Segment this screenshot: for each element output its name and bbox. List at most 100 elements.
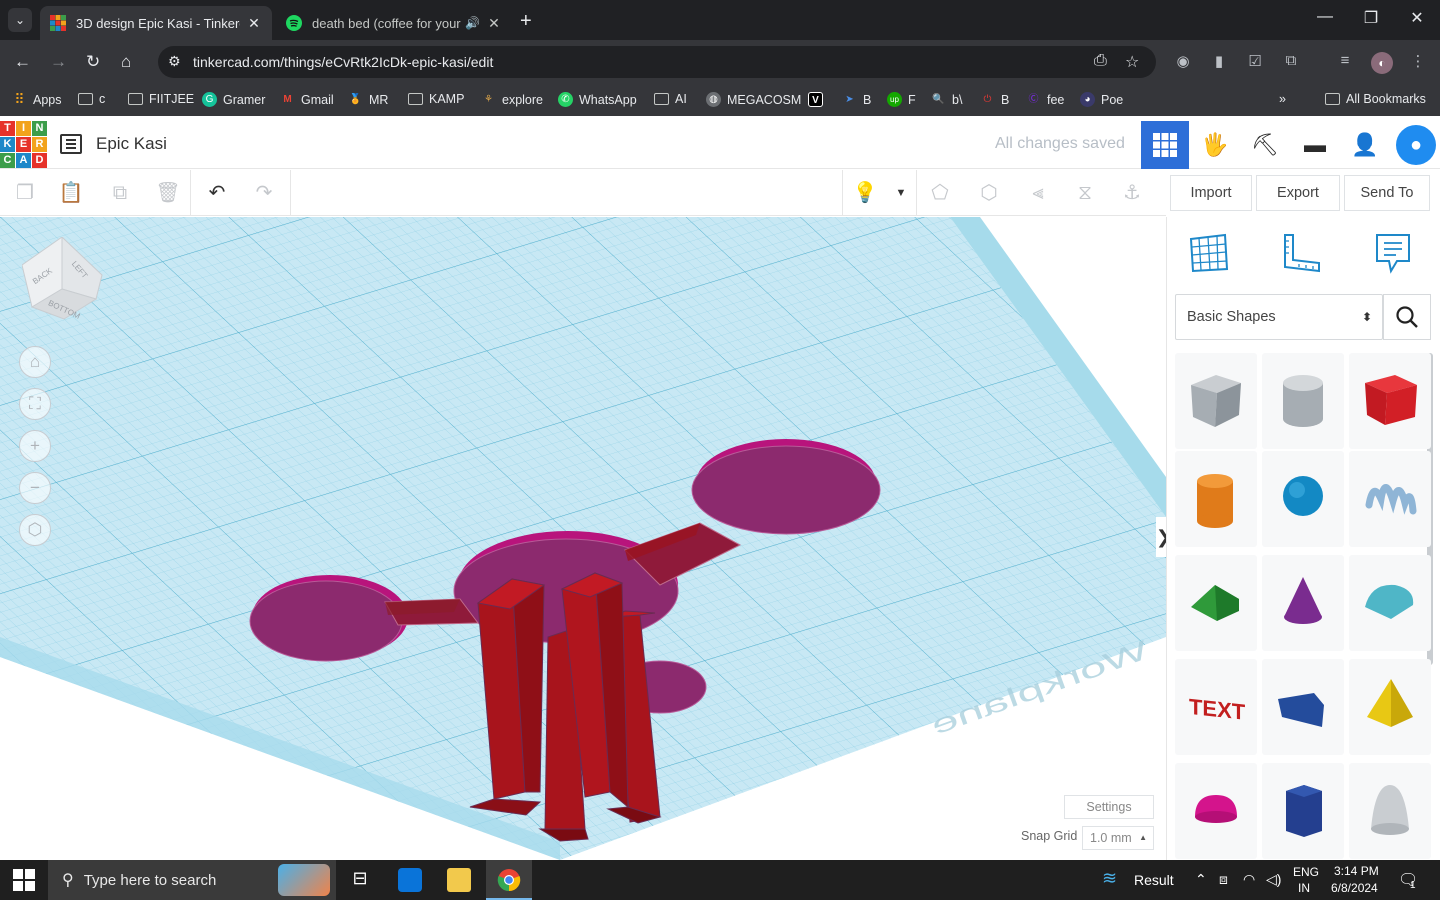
- shape-box[interactable]: [1349, 353, 1431, 449]
- shape-half-sphere[interactable]: [1175, 763, 1257, 859]
- bookmarks-overflow-icon[interactable]: »: [1279, 92, 1286, 106]
- light-bulb-icon[interactable]: 💡: [852, 180, 878, 206]
- mirror-icon[interactable]: ⧖: [1072, 180, 1098, 206]
- tab-search-button[interactable]: ⌄: [8, 8, 32, 32]
- bookmark-fee[interactable]: Ⓒfee: [1026, 92, 1065, 107]
- clock-time[interactable]: 3:14 PM: [1334, 864, 1379, 878]
- home-icon[interactable]: ⌂: [121, 52, 131, 72]
- wifi-icon[interactable]: ◠: [1243, 871, 1255, 888]
- delete-icon[interactable]: 🗑: [155, 180, 181, 206]
- bookmark-poe[interactable]: ◕ Poe: [1080, 92, 1123, 107]
- region-indicator[interactable]: IN: [1298, 881, 1310, 895]
- shape-cylinder[interactable]: [1175, 451, 1257, 547]
- volume-icon[interactable]: ◁): [1266, 871, 1281, 888]
- shape-cone[interactable]: [1262, 555, 1344, 651]
- bookmark-b-backslash[interactable]: 🔍 b\: [931, 92, 962, 107]
- weather-label[interactable]: Result: [1134, 872, 1174, 888]
- sim-lab-icon[interactable]: 🖐: [1191, 121, 1239, 169]
- bookmark-gramer[interactable]: G Gramer: [202, 92, 265, 107]
- fit-view-icon[interactable]: ⛶: [19, 388, 51, 420]
- undo-icon[interactable]: ↶: [204, 180, 230, 206]
- bookmark-folder-kamp[interactable]: KAMP: [408, 92, 464, 106]
- bookmark-gmail[interactable]: M Gmail: [280, 92, 333, 107]
- shape-round-roof[interactable]: [1349, 555, 1431, 651]
- shape-search-button[interactable]: [1383, 294, 1431, 340]
- home-view-icon[interactable]: ⌂: [19, 346, 51, 378]
- forward-icon[interactable]: →: [50, 52, 67, 72]
- close-tab-icon[interactable]: ✕: [246, 15, 262, 32]
- shape-scribble[interactable]: [1349, 451, 1431, 547]
- duplicate-icon[interactable]: ⧉: [107, 180, 133, 206]
- close-window-icon[interactable]: ✕: [1394, 8, 1440, 28]
- right-disc[interactable]: [691, 445, 881, 535]
- workplane-grid-icon[interactable]: [1187, 231, 1231, 275]
- file-explorer-icon[interactable]: [447, 868, 471, 892]
- tab-spotify[interactable]: death bed (coffee for your he 🔊 ✕: [276, 6, 512, 40]
- shape-transparent-cylinder[interactable]: [1262, 353, 1344, 449]
- media-control-icon[interactable]: ≡: [1335, 52, 1355, 72]
- tray-chevron-icon[interactable]: ⌃: [1195, 871, 1207, 888]
- shape-transparent-box[interactable]: [1175, 353, 1257, 449]
- close-tab-icon[interactable]: ✕: [486, 15, 502, 32]
- shape-paraboloid[interactable]: [1349, 763, 1431, 859]
- redo-icon[interactable]: ↷: [251, 180, 277, 206]
- windows-start-icon[interactable]: [12, 868, 36, 892]
- profile-avatar-icon[interactable]: ◐: [1371, 52, 1393, 74]
- copy-icon[interactable]: ❐: [12, 180, 38, 206]
- shape-polygon[interactable]: [1262, 763, 1344, 859]
- language-indicator[interactable]: ENG: [1293, 865, 1319, 879]
- send-to-button[interactable]: Send To: [1344, 175, 1430, 211]
- zoom-in-icon[interactable]: +: [19, 430, 51, 462]
- bookmark-f[interactable]: up F: [887, 92, 916, 107]
- bookmark-whatsapp[interactable]: ✆ WhatsApp: [558, 92, 637, 107]
- cruise-icon[interactable]: ⚓: [1119, 180, 1145, 206]
- url-text[interactable]: tinkercad.com/things/eCvRtk2IcDk-epic-ka…: [193, 54, 493, 70]
- paste-icon[interactable]: 📋: [58, 180, 84, 206]
- minecraft-pickaxe-icon[interactable]: ⛏: [1241, 121, 1289, 169]
- weather-icon[interactable]: ≋: [1102, 868, 1124, 892]
- bookmark-apps[interactable]: ⠿ Apps: [12, 92, 61, 107]
- extension-2-icon[interactable]: ▮: [1209, 52, 1229, 72]
- clock-date[interactable]: 6/8/2024: [1331, 881, 1378, 895]
- align-icon[interactable]: ⫷: [1025, 180, 1051, 206]
- address-bar[interactable]: ⚙ tinkercad.com/things/eCvRtk2IcDk-epic-…: [158, 46, 1156, 78]
- brick-icon[interactable]: ▬: [1291, 121, 1339, 169]
- view-cube[interactable]: BACK LEFT BOTTOM: [22, 237, 104, 323]
- extensions-puzzle-icon[interactable]: ⧉: [1281, 52, 1301, 72]
- workplane-scene[interactable]: Workplane: [0, 217, 1166, 860]
- bookmark-b[interactable]: ➤ B: [842, 92, 871, 107]
- snap-grid-select[interactable]: 1.0 mm ▲: [1082, 826, 1154, 850]
- notes-icon[interactable]: [1371, 231, 1415, 275]
- group-icon[interactable]: ⬠: [927, 180, 953, 206]
- shape-text[interactable]: TEXT: [1175, 659, 1257, 755]
- bookmark-folder-fiitjee[interactable]: FIITJEE: [128, 92, 194, 106]
- chrome-menu-icon[interactable]: ⋮: [1408, 52, 1428, 72]
- shape-pyramid[interactable]: [1349, 659, 1431, 755]
- bookmark-folder-ai[interactable]: AI: [654, 92, 687, 106]
- task-view-icon[interactable]: ⊟: [348, 868, 372, 892]
- chevron-down-icon[interactable]: ▼: [888, 180, 914, 206]
- collapse-panel-icon[interactable]: ❯: [1156, 517, 1166, 557]
- shape-wedge[interactable]: [1262, 659, 1344, 755]
- shape-sphere[interactable]: [1262, 451, 1344, 547]
- speaker-icon[interactable]: 🔊: [465, 16, 480, 30]
- reload-icon[interactable]: ↻: [86, 52, 100, 72]
- taskbar-search-box[interactable]: ⚲ Type here to search: [48, 860, 336, 900]
- tray-device-icon[interactable]: ⧈: [1219, 871, 1228, 888]
- import-button[interactable]: Import: [1170, 175, 1252, 211]
- extension-1-icon[interactable]: ◉: [1173, 52, 1193, 72]
- 3d-viewport[interactable]: Workplane BACK LEFT BOTTOM ⌂ ⛶ + − ⬡ Set…: [0, 217, 1166, 860]
- tab-tinkercad[interactable]: 3D design Epic Kasi - Tinkercad ✕: [40, 6, 272, 40]
- back-icon[interactable]: ←: [14, 52, 31, 72]
- restore-icon[interactable]: ❐: [1348, 8, 1394, 28]
- pillars[interactable]: [469, 572, 662, 842]
- perspective-icon[interactable]: ⬡: [19, 514, 51, 546]
- ungroup-icon[interactable]: ⬡: [976, 180, 1002, 206]
- bookmark-explore[interactable]: ⚘ explore: [481, 92, 543, 107]
- shape-library-select[interactable]: Basic Shapes ⬍: [1175, 294, 1383, 340]
- user-avatar[interactable]: ●: [1392, 121, 1440, 169]
- site-info-icon[interactable]: ⚙: [168, 53, 181, 70]
- bookmark-megacosm[interactable]: ◍ MEGACOSM: [706, 92, 801, 107]
- zoom-out-icon[interactable]: −: [19, 472, 51, 504]
- 3d-view-grid-icon[interactable]: [1141, 121, 1189, 169]
